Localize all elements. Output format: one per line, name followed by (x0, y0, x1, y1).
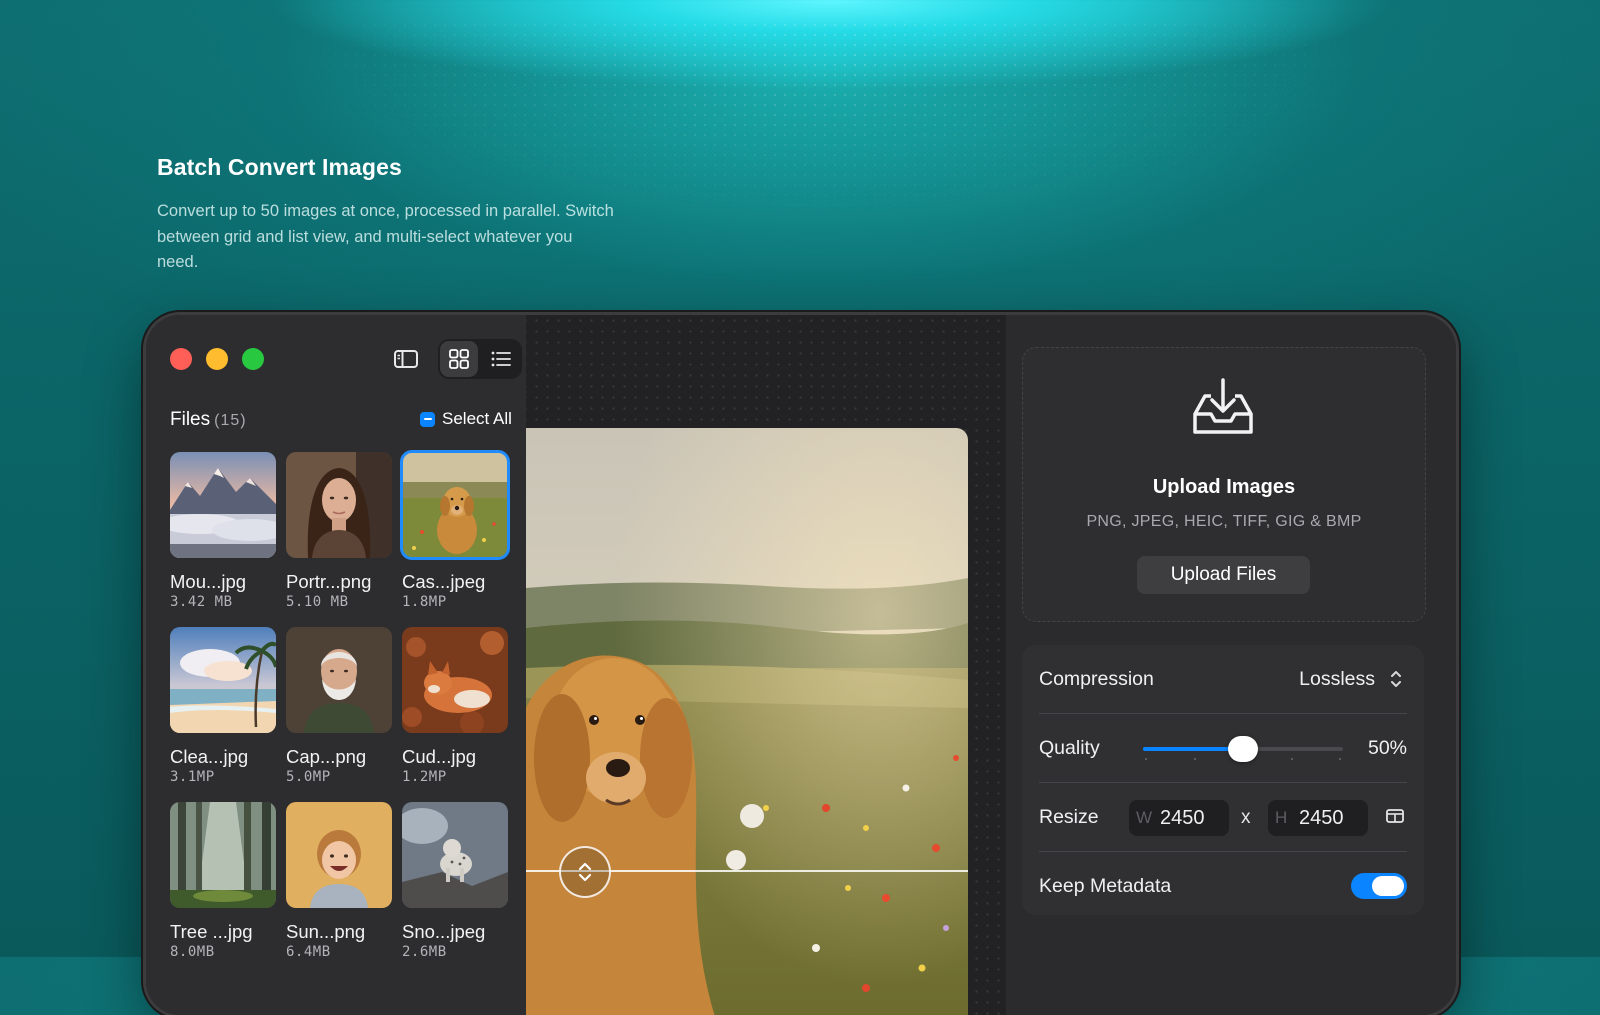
thumbnail-portrait-woman (286, 452, 392, 558)
slider-tick (1291, 758, 1293, 760)
upload-files-button[interactable]: Upload Files (1137, 556, 1310, 594)
minimize-window-button[interactable] (206, 348, 228, 370)
view-mode-switch (438, 339, 522, 379)
chevron-up-down-icon (578, 862, 592, 882)
thumbnail-golden-retriever (400, 450, 510, 560)
resize-label: Resize (1039, 805, 1099, 828)
files-count: (15) (214, 412, 247, 429)
keep-metadata-label: Keep Metadata (1039, 874, 1172, 897)
file-tile[interactable]: Cap...png 5.0MP (286, 627, 392, 785)
zoom-window-button[interactable] (242, 348, 264, 370)
toggle-sidebar-button[interactable] (386, 339, 426, 379)
width-input[interactable]: W 2450 (1129, 800, 1229, 836)
compare-slider-handle[interactable] (559, 846, 611, 898)
thumbnail-forest (170, 802, 276, 908)
file-size: 1.2MP (402, 769, 447, 785)
file-size: 5.10 MB (286, 594, 349, 610)
file-tile[interactable]: Mou...jpg 3.42 MB (170, 452, 276, 610)
times-symbol: x (1241, 807, 1251, 828)
close-window-button[interactable] (170, 348, 192, 370)
file-name: Cud...jpg (402, 746, 477, 767)
file-name: Cap...png (286, 746, 367, 767)
files-label: Files (170, 409, 211, 430)
file-name: Mou...jpg (170, 571, 247, 592)
slider-tick (1145, 758, 1147, 760)
file-size: 3.42 MB (170, 594, 233, 610)
app-window: Files (15) Select All Mou...jpg 3.42 MB … (146, 315, 1456, 1015)
compression-row: Compression Lossless (1039, 645, 1407, 713)
checkbox-indeterminate-icon (420, 411, 435, 427)
hero-title: Batch Convert Images (157, 154, 402, 180)
slider-tick (1339, 758, 1341, 760)
quality-value: 50% (1367, 736, 1407, 759)
keep-metadata-toggle[interactable] (1351, 873, 1407, 899)
file-tile[interactable]: Tree ...jpg 8.0MB (170, 802, 276, 960)
thumbnail-snow-leopard (402, 802, 508, 908)
file-tile-selected[interactable]: Cas...jpeg 1.8MP (400, 450, 510, 610)
file-tile[interactable]: Portr...png 5.10 MB (286, 452, 392, 610)
file-tile[interactable]: Sun...png 6.4MB (286, 802, 392, 960)
file-name: Tree ...jpg (170, 921, 253, 942)
compression-value: Lossless (1299, 667, 1375, 690)
list-view-button[interactable] (482, 341, 520, 377)
file-name: Cas...jpeg (402, 571, 486, 592)
upload-dropzone[interactable]: Upload Images PNG, JPEG, HEIC, TIFF, GIG… (1022, 347, 1426, 622)
width-prefix: W (1136, 808, 1153, 827)
files-heading: Files (15) (170, 409, 247, 431)
height-input[interactable]: H 2450 (1268, 800, 1368, 836)
file-tile[interactable]: Clea...jpg 3.1MP (170, 627, 276, 785)
select-all-checkbox[interactable]: Select All (420, 409, 512, 429)
file-size: 2.6MB (402, 944, 447, 960)
thumbnail-beach (170, 627, 276, 733)
thumbnail-child (286, 802, 392, 908)
grid-icon (449, 349, 469, 369)
thumbnail-old-man (286, 627, 392, 733)
file-size: 6.4MB (286, 944, 331, 960)
file-size: 8.0MB (170, 944, 215, 960)
thumbnail-fox (402, 627, 508, 733)
metadata-row: Keep Metadata (1039, 852, 1407, 920)
upload-formats: PNG, JPEG, HEIC, TIFF, GIG & BMP (1086, 513, 1362, 530)
file-size: 3.1MP (170, 769, 215, 785)
resize-row: Resize W 2450 x H 2450 (1039, 783, 1407, 851)
file-name: Sun...png (286, 921, 366, 942)
file-tile[interactable]: Cud...jpg 1.2MP (402, 627, 508, 785)
slider-tick (1194, 758, 1196, 760)
file-tile[interactable]: Sno...jpeg 2.6MB (402, 802, 508, 960)
quality-row: Quality 50% (1039, 714, 1407, 782)
preview-golden-retriever-image (526, 428, 968, 1015)
compression-select[interactable]: Lossless (1299, 668, 1407, 691)
inbox-download-icon (1193, 378, 1253, 434)
height-value: 2450 (1299, 806, 1344, 829)
file-size: 5.0MP (286, 769, 331, 785)
quality-slider-knob[interactable] (1228, 736, 1258, 762)
file-name: Sno...jpeg (402, 921, 486, 942)
hero-description: Convert up to 50 images at once, process… (157, 202, 614, 271)
list-icon (491, 351, 511, 367)
file-size: 1.8MP (402, 594, 447, 610)
upload-title: Upload Images (1152, 476, 1296, 498)
height-prefix: H (1275, 808, 1288, 827)
file-name: Portr...png (286, 571, 372, 592)
select-all-label: Select All (442, 409, 512, 428)
compression-label: Compression (1039, 667, 1154, 690)
width-value: 2450 (1160, 806, 1205, 829)
quality-slider[interactable] (1143, 736, 1343, 762)
aspect-ratio-icon[interactable] (1385, 807, 1405, 825)
file-name: Clea...jpg (170, 746, 249, 767)
quality-label: Quality (1039, 736, 1100, 759)
image-preview[interactable] (526, 428, 968, 1015)
thumbnail-mountains (170, 452, 276, 558)
sidebar-icon (394, 350, 418, 368)
chevron-up-down-icon (1385, 668, 1407, 690)
sidebar: Files (15) Select All Mou...jpg 3.42 MB … (146, 315, 526, 1015)
settings-panel: Upload Images PNG, JPEG, HEIC, TIFF, GIG… (1012, 315, 1456, 1015)
grid-view-button[interactable] (440, 341, 478, 377)
conversion-settings: Compression Lossless Quality 50% Resize … (1022, 645, 1424, 915)
toggle-knob (1372, 876, 1404, 896)
